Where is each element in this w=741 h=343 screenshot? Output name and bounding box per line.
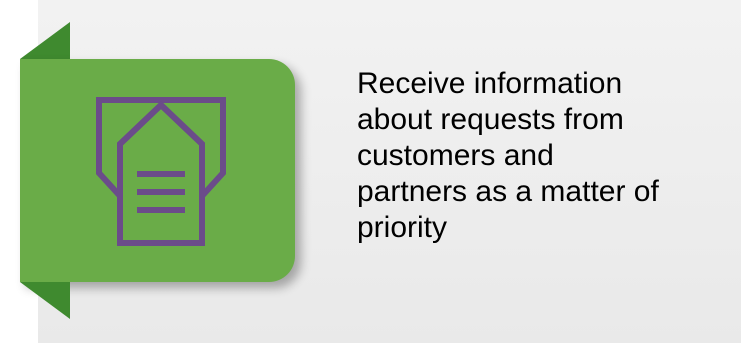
ribbon-fold-top <box>20 22 70 59</box>
feature-description: Receive information about requests from … <box>357 66 737 246</box>
caption-line-3: customers and <box>357 139 554 172</box>
caption-line-1: Receive information <box>357 67 623 100</box>
icon-tile <box>20 59 295 282</box>
ribbon-fold-bottom <box>20 282 70 319</box>
envelope-document-icon <box>96 97 226 246</box>
caption-line-2: about requests from <box>357 103 624 136</box>
caption-line-5: priority <box>357 211 448 244</box>
caption-line-4: partners as a matter of <box>357 175 659 208</box>
